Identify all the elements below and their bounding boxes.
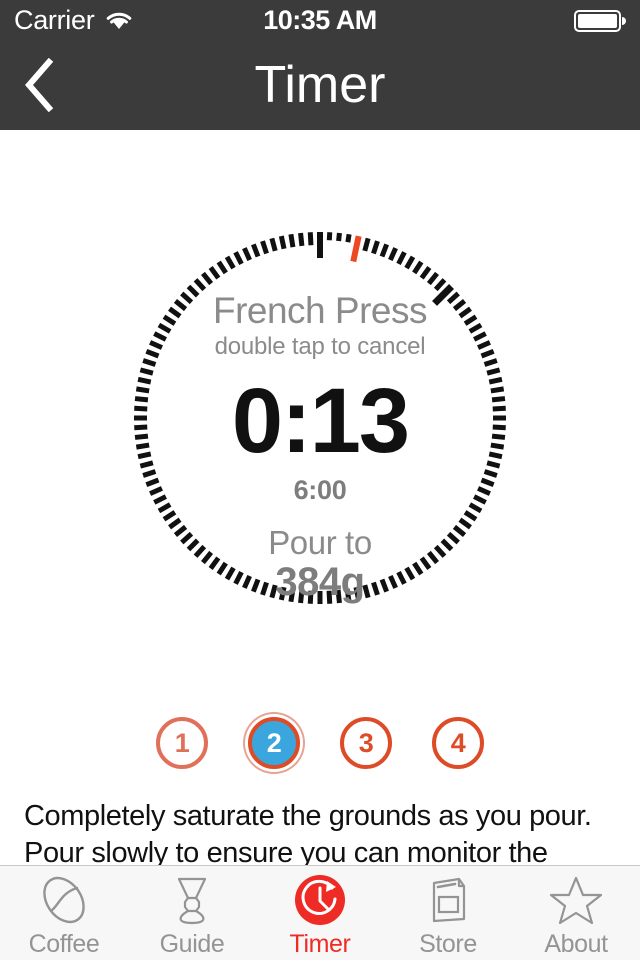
timer-dial[interactable]: French Press double tap to cancel 0:13 6…: [124, 222, 516, 614]
tab-label: Timer: [289, 929, 351, 958]
tab-label: Coffee: [28, 929, 100, 958]
elapsed-time-display: 0:13: [231, 369, 410, 472]
tab-label: Store: [419, 929, 477, 958]
tab-item-about[interactable]: About: [512, 866, 640, 960]
coffee-bean-icon: [35, 872, 93, 928]
step-indicator-4[interactable]: 4: [432, 717, 484, 769]
total-time-display: 6:00: [293, 474, 347, 505]
step-indicators: 1 2 3 4: [0, 712, 640, 774]
pour-amount-value: 384g: [275, 559, 365, 604]
cancel-hint-label: double tap to cancel: [214, 332, 426, 360]
step-indicator-1[interactable]: 1: [156, 717, 208, 769]
coffee-bag-icon: [419, 872, 477, 928]
pour-to-label: Pour to: [268, 523, 372, 561]
step-label: 4: [450, 727, 466, 758]
nav-bar: Timer: [0, 40, 640, 130]
tab-bar: Coffee Guide Timer Store About: [0, 865, 640, 960]
tab-label: Guide: [159, 929, 225, 958]
step-label: 1: [174, 727, 190, 758]
clock-timer-icon: [291, 872, 349, 928]
tab-item-guide[interactable]: Guide: [128, 866, 256, 960]
chemex-brewer-icon: [163, 872, 221, 928]
tab-label: About: [544, 929, 608, 958]
battery-full-icon: [574, 10, 626, 37]
tab-item-coffee[interactable]: Coffee: [0, 866, 128, 960]
page-title: Timer: [254, 56, 386, 114]
status-bar: Carrier 10:35 AM: [0, 0, 640, 40]
tab-item-timer[interactable]: Timer: [256, 866, 384, 960]
star-icon: [547, 872, 605, 928]
brew-method-label: French Press: [212, 290, 428, 331]
step-indicator-3[interactable]: 3: [340, 717, 392, 769]
step-indicator-2[interactable]: 2: [248, 717, 300, 769]
status-bar-time: 10:35 AM: [263, 4, 377, 35]
dial-center-readout: French Press double tap to cancel 0:13 6…: [124, 222, 516, 614]
step-label: 2: [266, 727, 282, 758]
tab-item-store[interactable]: Store: [384, 866, 512, 960]
step-label: 3: [358, 727, 374, 758]
